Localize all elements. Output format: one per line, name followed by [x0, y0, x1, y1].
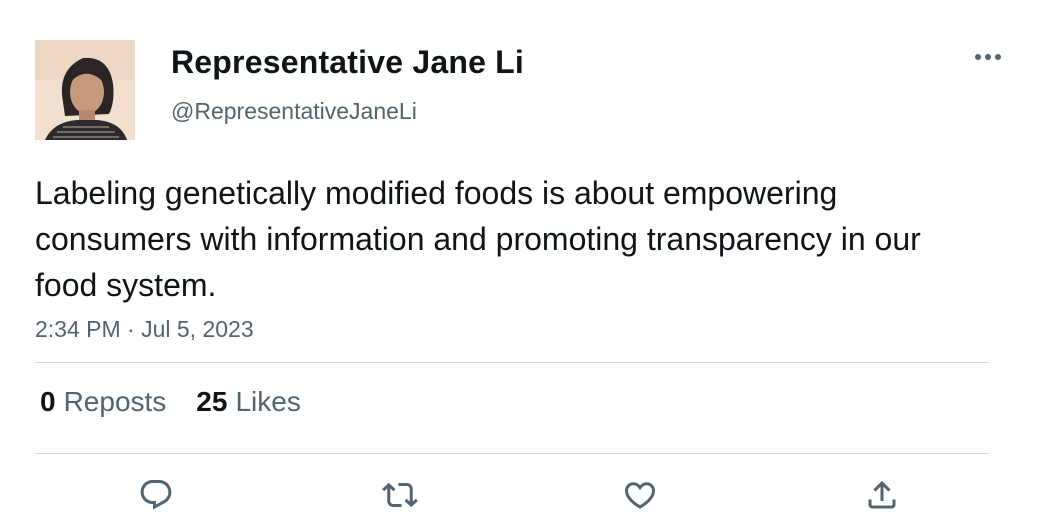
- divider: [35, 362, 989, 363]
- reply-icon: [140, 480, 172, 510]
- avatar[interactable]: [35, 40, 135, 140]
- like-button[interactable]: [618, 473, 662, 517]
- reposts-stat[interactable]: 0 Reposts: [40, 386, 166, 418]
- likes-label: Likes: [235, 386, 301, 417]
- share-icon: [868, 480, 896, 509]
- divider: [35, 453, 989, 454]
- more-options-button[interactable]: [968, 42, 1008, 72]
- likes-count: 25: [196, 386, 228, 417]
- likes-stat[interactable]: 25 Likes: [196, 386, 301, 418]
- reply-button[interactable]: [134, 473, 178, 517]
- share-button[interactable]: [860, 473, 904, 517]
- tweet-timestamp[interactable]: 2:34 PM · Jul 5, 2023: [35, 316, 254, 343]
- reposts-label: Reposts: [63, 386, 167, 417]
- repost-icon: [382, 482, 418, 508]
- user-handle[interactable]: @RepresentativeJaneLi: [171, 98, 417, 125]
- display-name[interactable]: Representative Jane Li: [171, 44, 524, 81]
- repost-button[interactable]: [378, 473, 422, 517]
- engagement-stats: 0 Reposts 25 Likes: [40, 386, 331, 418]
- tweet-text: Labeling genetically modified foods is a…: [35, 175, 921, 303]
- reposts-count: 0: [40, 386, 56, 417]
- heart-icon: [624, 482, 656, 509]
- tweet-card: Representative Jane Li @RepresentativeJa…: [0, 0, 1050, 525]
- avatar-image: [35, 40, 135, 140]
- more-horizontal-icon: [975, 54, 1001, 60]
